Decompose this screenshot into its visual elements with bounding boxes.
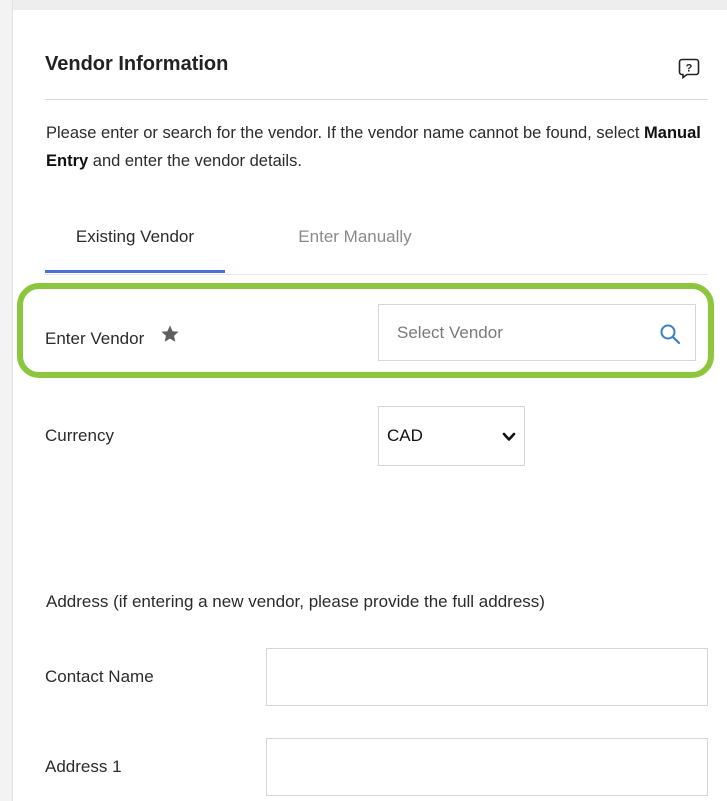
help-icon[interactable]: ? [678, 57, 700, 79]
svg-text:?: ? [686, 63, 693, 75]
vendor-information-panel: Vendor Information ? Please enter or sea… [0, 0, 727, 801]
section-title: Vendor Information [45, 53, 229, 75]
intro-text-part2: and enter the vendor details. [88, 152, 302, 170]
address1-input[interactable] [266, 738, 708, 796]
search-icon[interactable] [659, 323, 681, 345]
intro-text: Please enter or search for the vendor. I… [46, 119, 706, 175]
contact-name-input[interactable] [266, 648, 708, 706]
vendor-tabs: Existing Vendor Enter Manually [45, 212, 708, 275]
vendor-search-box [378, 304, 696, 361]
top-border [0, 0, 727, 10]
intro-text-part1: Please enter or search for the vendor. I… [46, 124, 645, 142]
enter-vendor-label: Enter Vendor [45, 329, 145, 348]
address-note: Address (if entering a new vendor, pleas… [46, 592, 545, 611]
currency-selected-value: CAD [387, 426, 423, 445]
vendor-search-input[interactable] [379, 305, 649, 360]
title-divider [45, 99, 708, 100]
star-icon [161, 325, 179, 342]
chevron-down-icon [502, 432, 516, 441]
tab-enter-manually[interactable]: Enter Manually [245, 212, 465, 270]
tab-existing-vendor[interactable]: Existing Vendor [45, 212, 225, 273]
currency-select[interactable]: CAD [378, 406, 525, 466]
left-border [0, 0, 13, 801]
address1-label: Address 1 [45, 757, 122, 776]
contact-name-label: Contact Name [45, 667, 154, 686]
currency-label: Currency [45, 426, 114, 445]
